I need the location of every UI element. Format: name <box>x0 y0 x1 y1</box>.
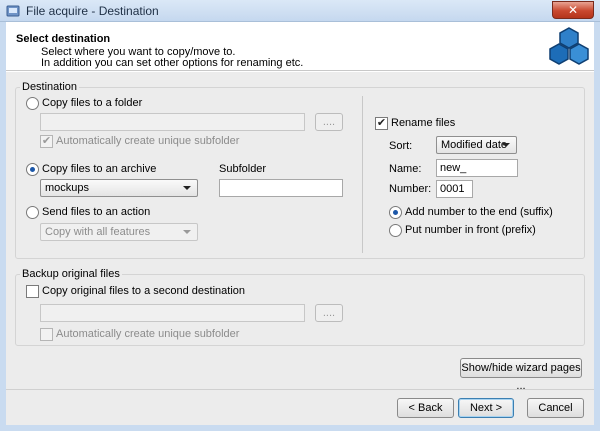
sort-label: Sort: <box>389 140 413 152</box>
page-title: Select destination <box>16 33 111 45</box>
hexagon-logo-icon <box>549 27 589 65</box>
archive-select-value: mockups <box>45 182 90 194</box>
name-input[interactable]: new_ <box>436 159 518 177</box>
folder-browse-button[interactable]: .... <box>315 113 343 131</box>
number-label: Number: <box>389 183 432 195</box>
next-button[interactable]: Next > <box>458 398 514 418</box>
suffix-label[interactable]: Add number to the end (suffix) <box>405 206 553 218</box>
close-button[interactable]: ✕ <box>552 1 594 19</box>
group-divider <box>362 96 363 253</box>
window-frame-bottom <box>0 425 600 431</box>
back-button[interactable]: < Back <box>397 398 454 418</box>
backup-auto-unique-subfolder-label: Automatically create unique subfolder <box>56 328 240 340</box>
window-title: File acquire - Destination <box>26 4 159 18</box>
footer-separator <box>6 389 594 390</box>
prefix-radio[interactable] <box>389 224 402 237</box>
sort-select-value: Modified date <box>441 139 508 151</box>
backup-auto-unique-subfolder-checkbox[interactable] <box>40 328 53 341</box>
folder-path-input[interactable] <box>40 113 305 131</box>
auto-unique-subfolder-label: Automatically create unique subfolder <box>56 135 240 147</box>
page-description-line2: In addition you can set other options fo… <box>41 57 304 69</box>
subfolder-label: Subfolder <box>219 163 267 175</box>
show-hide-wizard-pages-button[interactable]: Show/hide wizard pages ... <box>460 358 582 392</box>
app-icon <box>6 5 20 17</box>
copy-second-destination-checkbox[interactable] <box>26 285 39 298</box>
window-frame-right <box>594 22 600 431</box>
chevron-down-icon <box>183 186 191 190</box>
number-input[interactable]: 0001 <box>436 180 473 198</box>
copy-to-folder-radio[interactable] <box>26 97 39 110</box>
cancel-button[interactable]: Cancel <box>527 398 584 418</box>
action-select-value: Copy with all features <box>45 226 151 238</box>
copy-to-archive-label[interactable]: Copy files to an archive <box>42 163 156 175</box>
archive-select[interactable]: mockups <box>40 179 198 197</box>
chevron-down-icon <box>183 230 191 234</box>
suffix-radio[interactable] <box>389 206 402 219</box>
action-select[interactable]: Copy with all features <box>40 223 198 241</box>
copy-to-folder-label[interactable]: Copy files to a folder <box>42 97 142 109</box>
backup-browse-button[interactable]: .... <box>315 304 343 322</box>
wizard-header: Select destination Select where you want… <box>6 22 594 71</box>
chevron-down-icon <box>502 143 510 147</box>
backup-legend: Backup original files <box>20 268 122 280</box>
name-label: Name: <box>389 163 422 175</box>
rename-files-label[interactable]: Rename files <box>391 117 455 129</box>
subfolder-input[interactable] <box>219 179 343 197</box>
title-bar[interactable]: File acquire - Destination ✕ <box>0 0 600 22</box>
backup-path-input[interactable] <box>40 304 305 322</box>
copy-to-archive-radio[interactable] <box>26 163 39 176</box>
prefix-label[interactable]: Put number in front (prefix) <box>405 224 536 236</box>
sort-select[interactable]: Modified date <box>436 136 517 154</box>
auto-unique-subfolder-checkbox[interactable]: ✔ <box>40 135 53 148</box>
rename-files-checkbox[interactable]: ✔ <box>375 117 388 130</box>
send-to-action-radio[interactable] <box>26 206 39 219</box>
destination-legend: Destination <box>20 81 80 93</box>
copy-second-destination-label[interactable]: Copy original files to a second destinat… <box>42 285 245 297</box>
send-to-action-label[interactable]: Send files to an action <box>42 206 150 218</box>
